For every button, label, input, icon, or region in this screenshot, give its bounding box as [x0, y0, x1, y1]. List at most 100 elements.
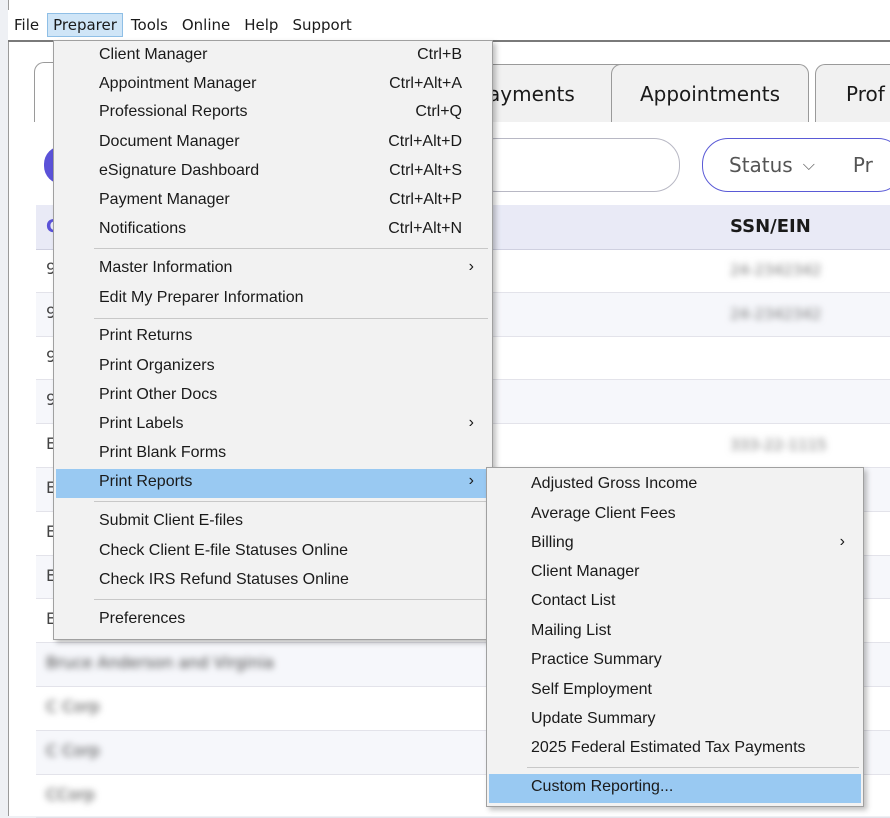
preparer-menu-item[interactable]: Document Manager Ctrl+Alt+D — [56, 129, 490, 158]
chevron-right-icon: › — [468, 414, 474, 431]
menu-separator — [94, 248, 488, 249]
menu-item-label: Client Manager — [531, 563, 640, 580]
preparer-menu: Client Manager Ctrl+B Appointment Manager C… — [53, 40, 493, 640]
print-reports-submenu: Adjusted Gross Income Average Client Fees… — [486, 467, 864, 807]
menu-item-label: Update Summary — [531, 710, 656, 727]
menu-item-label: eSignature Dashboard — [99, 162, 260, 179]
report-menu-item[interactable]: Practice Summary — [489, 647, 861, 676]
menu-item-label: 2025 Federal Estimated Tax Payments — [531, 739, 806, 756]
preparer-menu-item[interactable]: Professional Reports Ctrl+Q — [56, 99, 490, 128]
chevron-down-icon: ⌵ — [802, 155, 815, 174]
ssn-cell: 24-2342342 — [730, 304, 822, 323]
client-name-cell: C Corp — [46, 740, 100, 760]
preparer-menu-item[interactable]: Payment Manager Ctrl+Alt+P — [56, 187, 490, 216]
menu-item-label: Practice Summary — [531, 651, 662, 668]
menu-item-label: Print Reports — [99, 473, 193, 490]
report-menu-item[interactable]: Mailing List — [489, 618, 861, 647]
menu-support[interactable]: Support — [286, 13, 357, 37]
report-menu-item[interactable]: Billing › — [489, 530, 861, 559]
menu-separator — [527, 767, 859, 768]
menu-item-label: Average Client Fees — [531, 505, 676, 522]
menu-item-shortcut: Ctrl+B — [417, 46, 462, 63]
menu-item-label: Notifications — [99, 220, 187, 237]
menu-help[interactable]: Help — [238, 13, 284, 37]
preparer-menu-item[interactable]: Check IRS Refund Statuses Online — [56, 567, 490, 596]
report-menu-item[interactable]: Self Employment — [489, 677, 861, 706]
menu-item-shortcut: Ctrl+Alt+P — [389, 191, 462, 208]
menu-item-shortcut: Ctrl+Alt+D — [388, 133, 462, 150]
menu-item-shortcut: Ctrl+Alt+N — [388, 220, 462, 237]
preparer-menu-item[interactable]: Print Reports › — [56, 469, 490, 498]
report-menu-item[interactable]: Client Manager — [489, 559, 861, 588]
menu-separator — [94, 599, 488, 600]
menu-online[interactable]: Online — [176, 13, 236, 37]
preparer-menu-item[interactable]: Submit Client E-files — [56, 508, 490, 537]
menu-item-label: Billing — [531, 534, 574, 551]
menu-item-label: Print Blank Forms — [99, 444, 227, 461]
tab-professional[interactable]: Prof — [815, 64, 890, 122]
preparer-menu-item[interactable]: eSignature Dashboard Ctrl+Alt+S — [56, 158, 490, 187]
chevron-right-icon: › — [468, 258, 474, 275]
menu-separator — [94, 318, 488, 319]
menu-item-label: Edit My Preparer Information — [99, 289, 304, 306]
ssn-cell: 24-2342342 — [730, 261, 822, 279]
preparer-menu-item[interactable]: Preferences — [56, 606, 490, 635]
menu-separator — [94, 501, 488, 502]
preparer-menu-item[interactable]: Edit My Preparer Information — [56, 285, 490, 314]
preparer-menu-item[interactable]: Print Organizers — [56, 353, 490, 382]
menu-item-label: Mailing List — [531, 622, 612, 639]
menu-item-label: Preferences — [99, 610, 186, 627]
menu-item-label: Client Manager — [99, 46, 208, 63]
menu-item-shortcut: Ctrl+Alt+S — [389, 162, 462, 179]
menu-item-shortcut: Ctrl+Q — [415, 103, 462, 120]
report-menu-item[interactable]: Update Summary — [489, 706, 861, 735]
client-name-cell: C Corp — [46, 696, 100, 716]
client-name-cell: CCorp — [46, 784, 95, 804]
menu-item-label: Print Returns — [99, 327, 193, 344]
menubar: File Preparer Tools Online Help Support — [8, 10, 890, 42]
tab-appointments[interactable]: Appointments — [611, 64, 809, 122]
menu-item-label: Adjusted Gross Income — [531, 475, 698, 492]
preparer-menu-item[interactable]: Client Manager Ctrl+B — [56, 42, 490, 71]
client-name-cell: Bruce Anderson and Virginia — [46, 653, 274, 673]
preparer-menu-item[interactable]: Master Information › — [56, 255, 490, 284]
menu-item-label: Appointment Manager — [99, 75, 257, 92]
menu-item-label: Print Other Docs — [99, 386, 218, 403]
search-input[interactable] — [470, 138, 680, 192]
menu-item-label: Document Manager — [99, 133, 240, 150]
report-menu-item[interactable]: Average Client Fees — [489, 501, 861, 530]
column-header-ssn[interactable]: SSN/EIN — [730, 216, 811, 237]
report-menu-item[interactable]: Custom Reporting... — [489, 774, 861, 803]
menu-item-shortcut: Ctrl+Alt+A — [389, 75, 462, 92]
menu-file[interactable]: File — [8, 13, 45, 37]
menu-item-label: Custom Reporting... — [531, 778, 674, 795]
report-menu-item[interactable]: 2025 Federal Estimated Tax Payments — [489, 735, 861, 764]
chevron-right-icon: › — [839, 533, 845, 550]
preparer-menu-item[interactable]: Print Returns — [56, 323, 490, 352]
preparer-menu-item[interactable]: Print Other Docs — [56, 382, 490, 411]
preparer-menu-item[interactable]: Print Blank Forms — [56, 440, 490, 469]
report-menu-item[interactable]: Adjusted Gross Income — [489, 471, 861, 500]
preparer-menu-item[interactable]: Appointment Manager Ctrl+Alt+A — [56, 71, 490, 100]
preparer-menu-item[interactable]: Notifications Ctrl+Alt+N — [56, 216, 490, 245]
menu-item-label: Payment Manager — [99, 191, 230, 208]
menu-item-label: Print Organizers — [99, 357, 215, 374]
preparer-menu-item[interactable]: Check Client E-file Statuses Online — [56, 538, 490, 567]
menu-item-label: Submit Client E-files — [99, 512, 244, 529]
menu-tools[interactable]: Tools — [125, 13, 174, 37]
chevron-right-icon: › — [468, 472, 474, 489]
menu-item-label: Contact List — [531, 592, 616, 609]
status-filter[interactable]: Status ⌵ Pr — [702, 138, 890, 192]
ssn-cell: 333-22-1115 — [730, 436, 827, 455]
report-menu-item[interactable]: Contact List — [489, 588, 861, 617]
menu-item-label: Check IRS Refund Statuses Online — [99, 571, 349, 588]
preparer-filter-label[interactable]: Pr — [853, 153, 873, 177]
menu-item-label: Professional Reports — [99, 103, 248, 120]
preparer-menu-item[interactable]: Print Labels › — [56, 411, 490, 440]
menu-item-label: Check Client E-file Statuses Online — [99, 542, 348, 559]
menu-item-label: Self Employment — [531, 681, 652, 698]
menu-item-label: Master Information — [99, 259, 233, 276]
menu-item-label: Print Labels — [99, 415, 184, 432]
menu-preparer[interactable]: Preparer — [47, 13, 123, 37]
status-filter-label: Status — [729, 153, 793, 177]
